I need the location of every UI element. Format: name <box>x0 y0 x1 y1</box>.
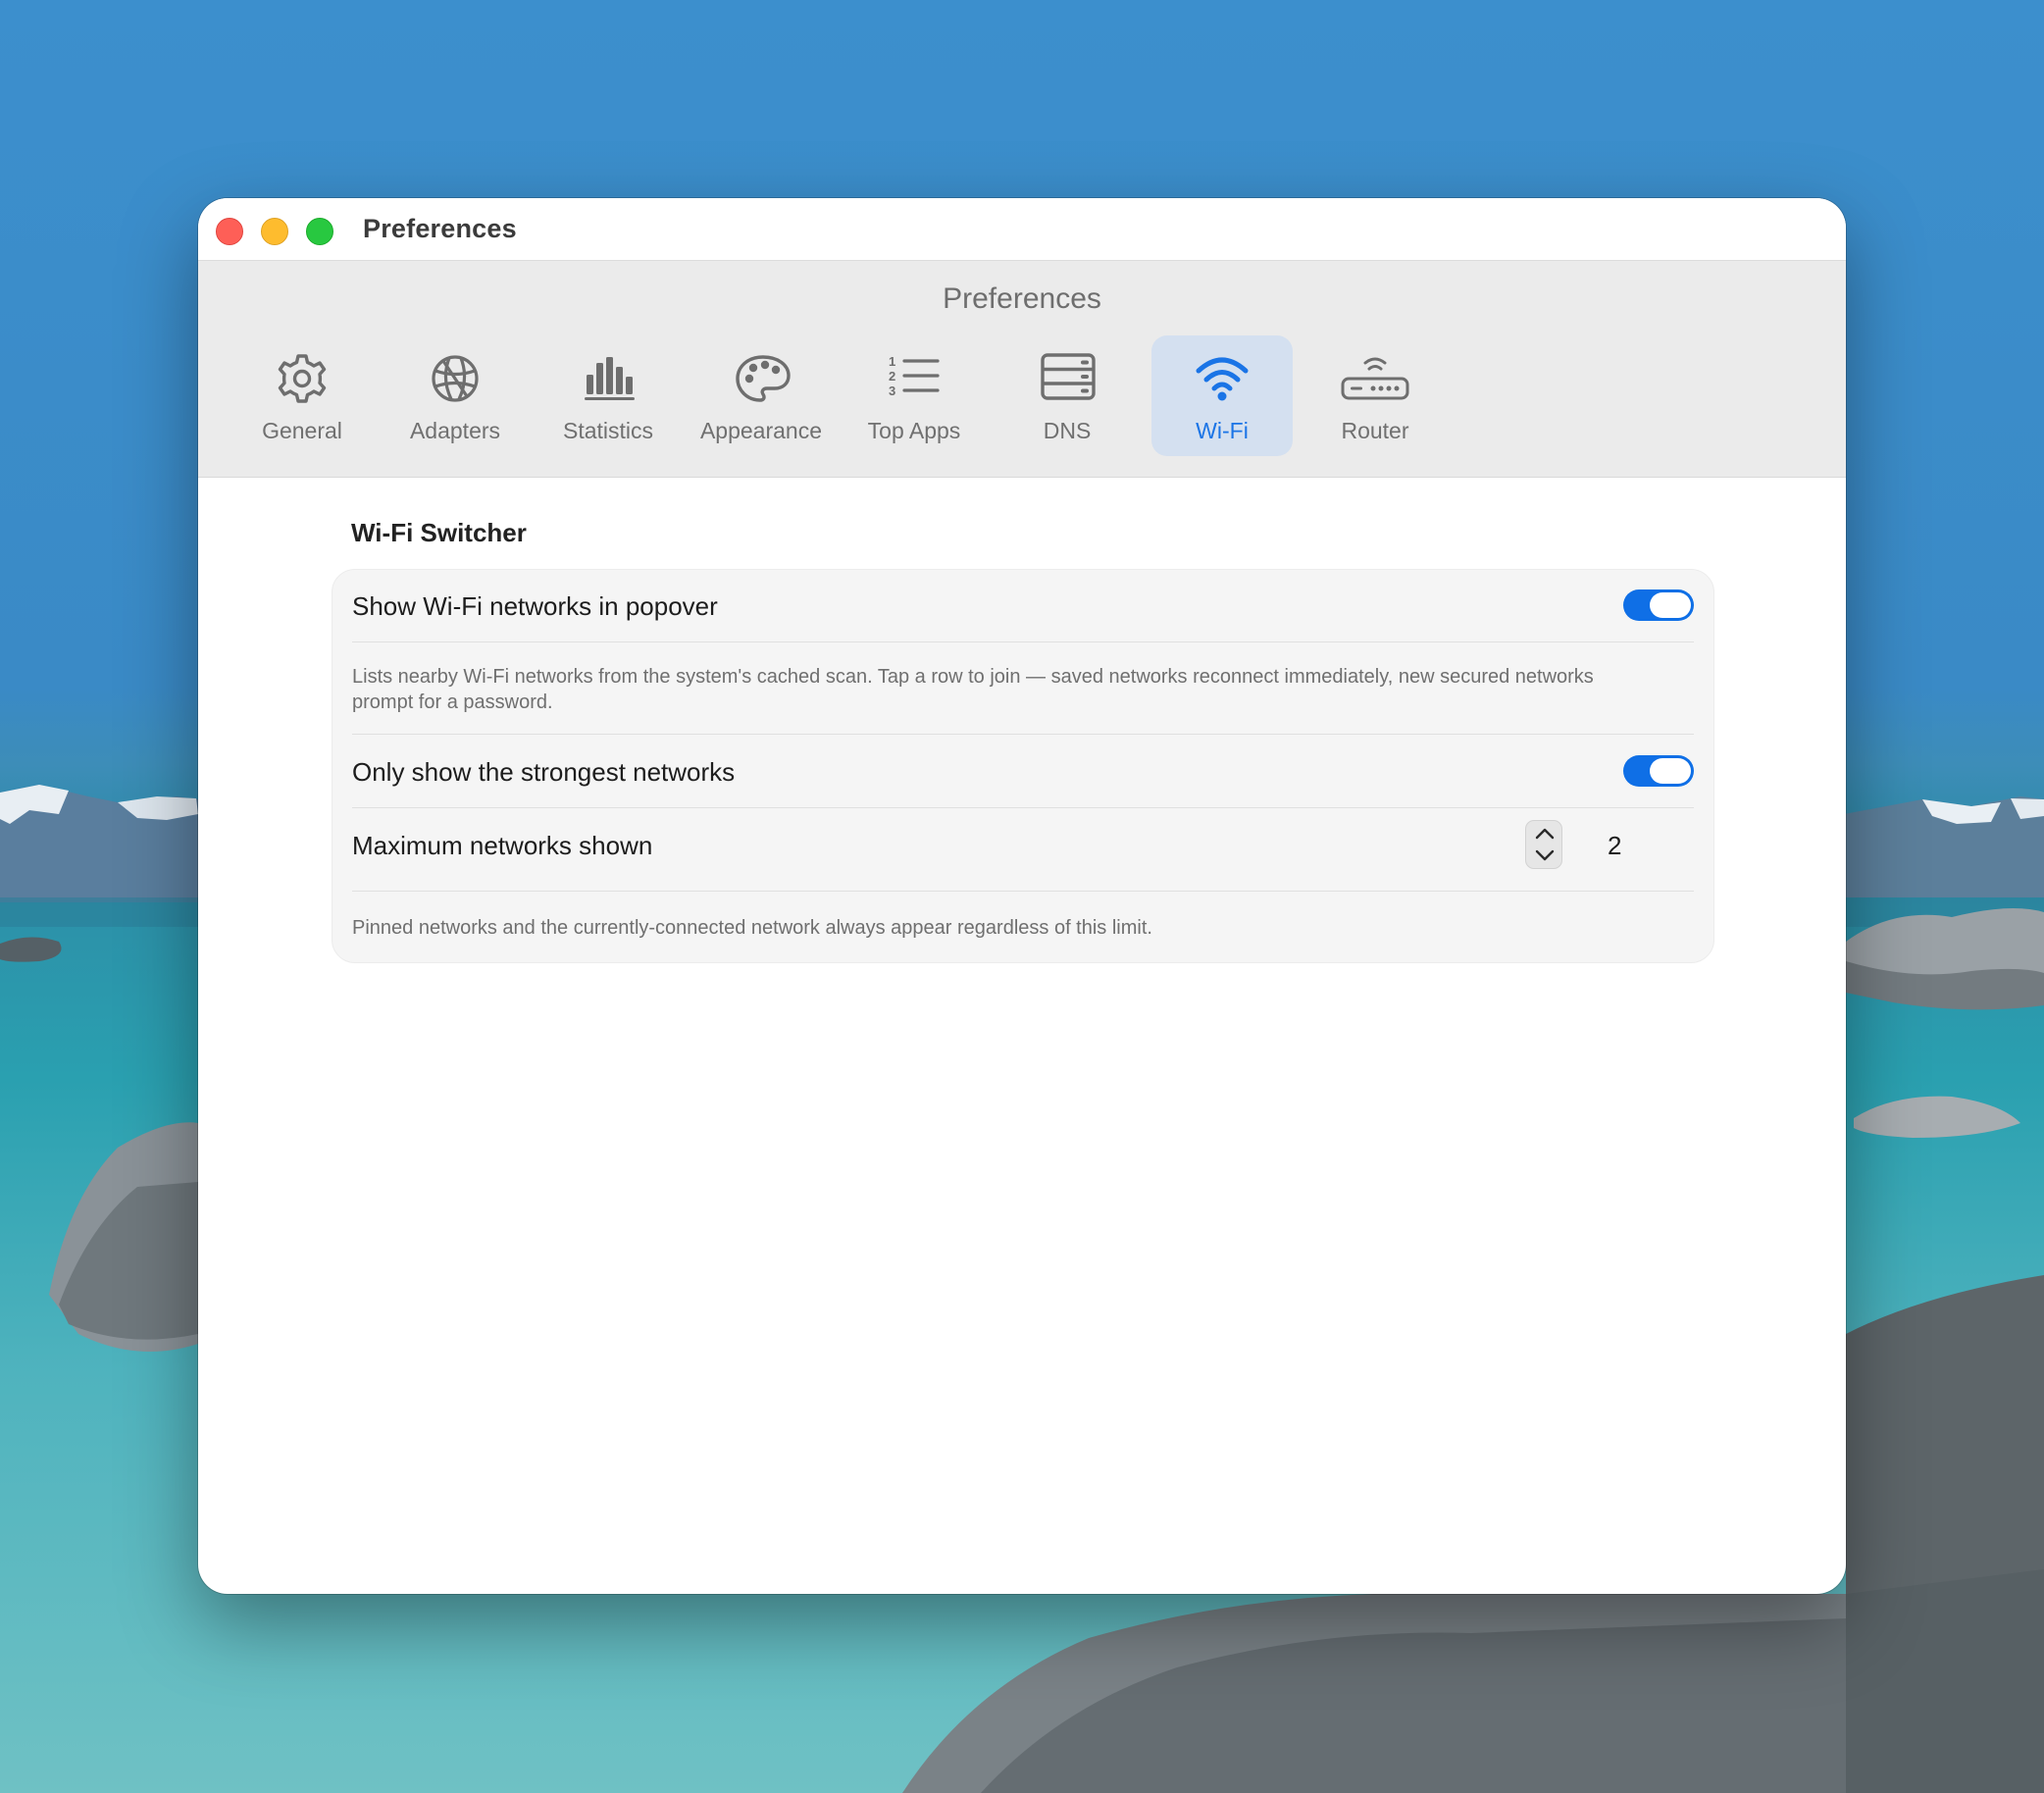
tab-appearance[interactable]: Appearance <box>690 335 832 456</box>
svg-text:2: 2 <box>889 369 895 384</box>
preferences-toolbar: Preferences General Adapters Statistics … <box>198 261 1846 478</box>
tab-adapters[interactable]: Adapters <box>384 335 526 456</box>
wifi-switcher-card: Show Wi-Fi networks in popover Lists nea… <box>332 569 1714 963</box>
minimize-button[interactable] <box>261 218 288 245</box>
wifi-icon <box>1196 357 1249 401</box>
tab-general[interactable]: General <box>231 335 373 456</box>
divider <box>352 807 1694 808</box>
max-networks-stepper[interactable] <box>1525 820 1562 869</box>
max-networks-value[interactable]: 2 <box>1608 831 1621 861</box>
tab-label: DNS <box>1043 418 1092 443</box>
toolbar-title: Preferences <box>943 282 1101 315</box>
show-networks-toggle[interactable] <box>1623 589 1694 621</box>
window-title: Preferences <box>363 214 517 243</box>
tab-label: Statistics <box>562 418 654 443</box>
zoom-button[interactable] <box>306 218 333 245</box>
tab-statistics[interactable]: Statistics <box>537 335 679 456</box>
chevron-down-icon[interactable] <box>1535 848 1555 862</box>
globe-icon <box>432 355 479 402</box>
tab-label: Wi-Fi <box>1196 418 1249 443</box>
tab-label: General <box>262 418 342 443</box>
max-networks-description: Pinned networks and the currently-connec… <box>352 917 1152 939</box>
preferences-window: Preferences Preferences General Adapters… <box>198 198 1846 1594</box>
gear-icon <box>278 354 327 403</box>
tab-dns[interactable]: DNS <box>996 335 1138 456</box>
palette-icon <box>736 355 791 402</box>
tab-label: Top Apps <box>867 418 961 443</box>
toggle-knob <box>1650 758 1691 784</box>
divider <box>352 641 1694 642</box>
numbered-list-icon: 1 2 3 <box>889 354 940 398</box>
max-networks-label: Maximum networks shown <box>352 831 653 860</box>
section-title: Wi-Fi Switcher <box>351 518 527 547</box>
strongest-networks-label: Only show the strongest networks <box>352 757 736 787</box>
tab-label: Adapters <box>409 418 501 443</box>
show-networks-description: Lists nearby Wi-Fi networks from the sys… <box>352 666 1594 713</box>
svg-text:1: 1 <box>889 354 895 369</box>
toggle-knob <box>1650 592 1691 618</box>
show-networks-label: Show Wi-Fi networks in popover <box>352 591 718 621</box>
title-bar[interactable]: Preferences <box>198 198 1846 261</box>
close-button[interactable] <box>216 218 243 245</box>
tab-top-apps[interactable]: 1 2 3 Top Apps <box>843 335 985 456</box>
router-icon <box>1341 357 1409 400</box>
tab-label: Router <box>1341 418 1409 443</box>
tab-router[interactable]: Router <box>1304 335 1446 456</box>
bar-chart-icon <box>585 357 635 400</box>
svg-text:3: 3 <box>889 384 895 398</box>
chevron-up-icon[interactable] <box>1535 827 1555 841</box>
server-icon <box>1041 353 1096 400</box>
divider <box>352 891 1694 892</box>
tab-wifi[interactable]: Wi-Fi <box>1151 335 1293 456</box>
tab-label: Appearance <box>699 418 823 443</box>
divider <box>352 734 1694 735</box>
strongest-networks-toggle[interactable] <box>1623 755 1694 787</box>
